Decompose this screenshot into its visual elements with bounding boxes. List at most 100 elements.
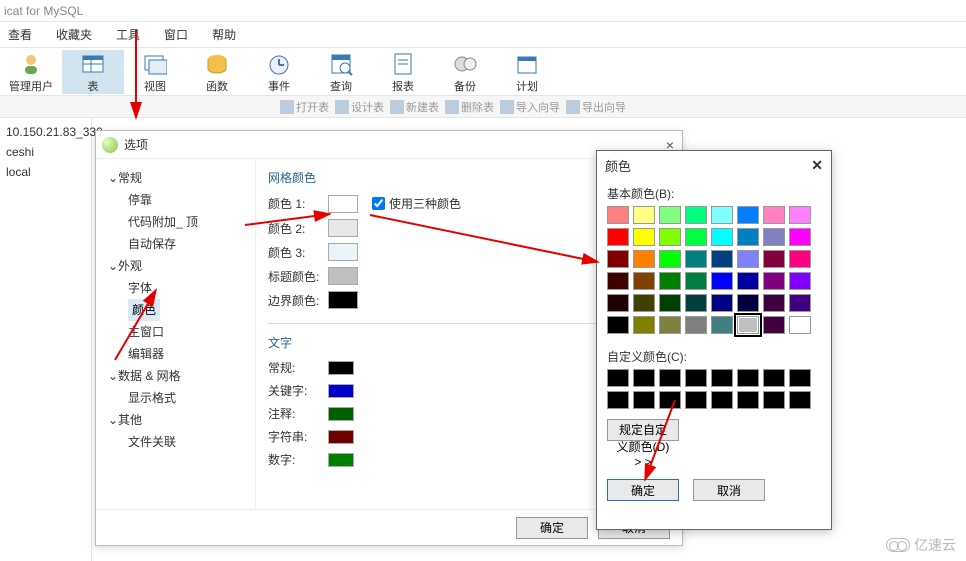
basic-swatch[interactable] [659, 294, 681, 312]
basic-swatch[interactable] [763, 272, 785, 290]
basic-swatch[interactable] [659, 206, 681, 224]
custom-swatch[interactable] [633, 391, 655, 409]
color-cancel-button[interactable]: 取消 [693, 479, 765, 501]
color-close-icon[interactable]: ✕ [811, 157, 823, 174]
basic-swatch[interactable] [607, 316, 629, 334]
basic-swatch[interactable] [737, 316, 759, 334]
basic-swatch[interactable] [737, 250, 759, 268]
swatch-color3[interactable] [328, 243, 358, 261]
basic-swatch[interactable] [607, 272, 629, 290]
conn-0[interactable]: 10.150.21.83_330 [6, 122, 85, 142]
sub-import[interactable]: 导入向导 [500, 99, 560, 115]
basic-swatch[interactable] [763, 250, 785, 268]
basic-swatch[interactable] [789, 250, 811, 268]
sub-design-table[interactable]: 设计表 [335, 99, 384, 115]
basic-color-grid[interactable] [607, 206, 821, 334]
menu-favorites[interactable]: 收藏夹 [56, 26, 92, 43]
tree-display-fmt[interactable]: 显示格式 [102, 387, 249, 409]
tree-color[interactable]: 颜色 [102, 299, 249, 321]
basic-swatch[interactable] [763, 316, 785, 334]
basic-swatch[interactable] [711, 316, 733, 334]
tool-report[interactable]: 报表 [372, 50, 434, 94]
basic-swatch[interactable] [737, 294, 759, 312]
swatch-comment[interactable] [328, 407, 354, 421]
tree-appearance[interactable]: ⌄外观 [102, 255, 249, 277]
color-ok-button[interactable]: 确定 [607, 479, 679, 501]
menu-help[interactable]: 帮助 [212, 26, 236, 43]
basic-swatch[interactable] [789, 228, 811, 246]
basic-swatch[interactable] [685, 316, 707, 334]
tree-code-attach[interactable]: 代码附加_ 顶 [102, 211, 249, 233]
custom-swatch[interactable] [659, 391, 681, 409]
basic-swatch[interactable] [685, 206, 707, 224]
tool-tables[interactable]: 表 [62, 50, 124, 94]
basic-swatch[interactable] [607, 250, 629, 268]
tree-general[interactable]: ⌄常规 [102, 167, 249, 189]
swatch-color1[interactable] [328, 195, 358, 213]
tool-functions[interactable]: 函数 [186, 50, 248, 94]
basic-swatch[interactable] [789, 206, 811, 224]
swatch-color2[interactable] [328, 219, 358, 237]
menu-view[interactable]: 查看 [8, 26, 32, 43]
basic-swatch[interactable] [659, 250, 681, 268]
tree-file-assoc[interactable]: 文件关联 [102, 431, 249, 453]
tool-views[interactable]: 视图 [124, 50, 186, 94]
custom-swatch[interactable] [737, 369, 759, 387]
custom-swatch[interactable] [763, 369, 785, 387]
swatch-keyword[interactable] [328, 384, 354, 398]
swatch-border[interactable] [328, 291, 358, 309]
custom-swatch[interactable] [711, 391, 733, 409]
basic-swatch[interactable] [763, 206, 785, 224]
basic-swatch[interactable] [633, 294, 655, 312]
connection-tree[interactable]: 10.150.21.83_330 ceshi local [0, 118, 92, 561]
basic-swatch[interactable] [737, 206, 759, 224]
tree-editor[interactable]: 编辑器 [102, 343, 249, 365]
basic-swatch[interactable] [633, 250, 655, 268]
basic-swatch[interactable] [685, 294, 707, 312]
custom-swatch[interactable] [789, 391, 811, 409]
custom-swatch[interactable] [659, 369, 681, 387]
basic-swatch[interactable] [633, 206, 655, 224]
basic-swatch[interactable] [633, 316, 655, 334]
basic-swatch[interactable] [711, 250, 733, 268]
custom-swatch[interactable] [711, 369, 733, 387]
basic-swatch[interactable] [711, 294, 733, 312]
basic-swatch[interactable] [789, 316, 811, 334]
basic-swatch[interactable] [659, 316, 681, 334]
options-tree[interactable]: ⌄常规 停靠 代码附加_ 顶 自动保存 ⌄外观 字体 颜色 主窗口 编辑器 ⌄数… [96, 159, 256, 509]
swatch-number[interactable] [328, 453, 354, 467]
conn-2[interactable]: local [6, 162, 85, 182]
sub-delete-table[interactable]: 删除表 [445, 99, 494, 115]
swatch-string[interactable] [328, 430, 354, 444]
basic-swatch[interactable] [685, 272, 707, 290]
basic-swatch[interactable] [763, 228, 785, 246]
custom-swatch[interactable] [633, 369, 655, 387]
tool-users[interactable]: 管理用户 [0, 50, 62, 94]
basic-swatch[interactable] [607, 228, 629, 246]
custom-swatch[interactable] [789, 369, 811, 387]
custom-swatch[interactable] [737, 391, 759, 409]
sub-open-table[interactable]: 打开表 [280, 99, 329, 115]
basic-swatch[interactable] [685, 250, 707, 268]
basic-swatch[interactable] [633, 228, 655, 246]
basic-swatch[interactable] [659, 272, 681, 290]
basic-swatch[interactable] [737, 272, 759, 290]
custom-swatch[interactable] [685, 391, 707, 409]
swatch-title[interactable] [328, 267, 358, 285]
tool-events[interactable]: 事件 [248, 50, 310, 94]
chk-use-three[interactable] [372, 197, 385, 210]
custom-swatch[interactable] [607, 369, 629, 387]
custom-color-grid[interactable] [607, 369, 821, 409]
custom-swatch[interactable] [685, 369, 707, 387]
swatch-normal[interactable] [328, 361, 354, 375]
basic-swatch[interactable] [685, 228, 707, 246]
custom-swatch[interactable] [763, 391, 785, 409]
tool-backup[interactable]: 备份 [434, 50, 496, 94]
basic-swatch[interactable] [789, 294, 811, 312]
basic-swatch[interactable] [607, 206, 629, 224]
define-custom-button[interactable]: 规定自定义颜色(D) > > [607, 419, 679, 441]
options-ok-button[interactable]: 确定 [516, 517, 588, 539]
basic-swatch[interactable] [633, 272, 655, 290]
basic-swatch[interactable] [711, 206, 733, 224]
basic-swatch[interactable] [763, 294, 785, 312]
